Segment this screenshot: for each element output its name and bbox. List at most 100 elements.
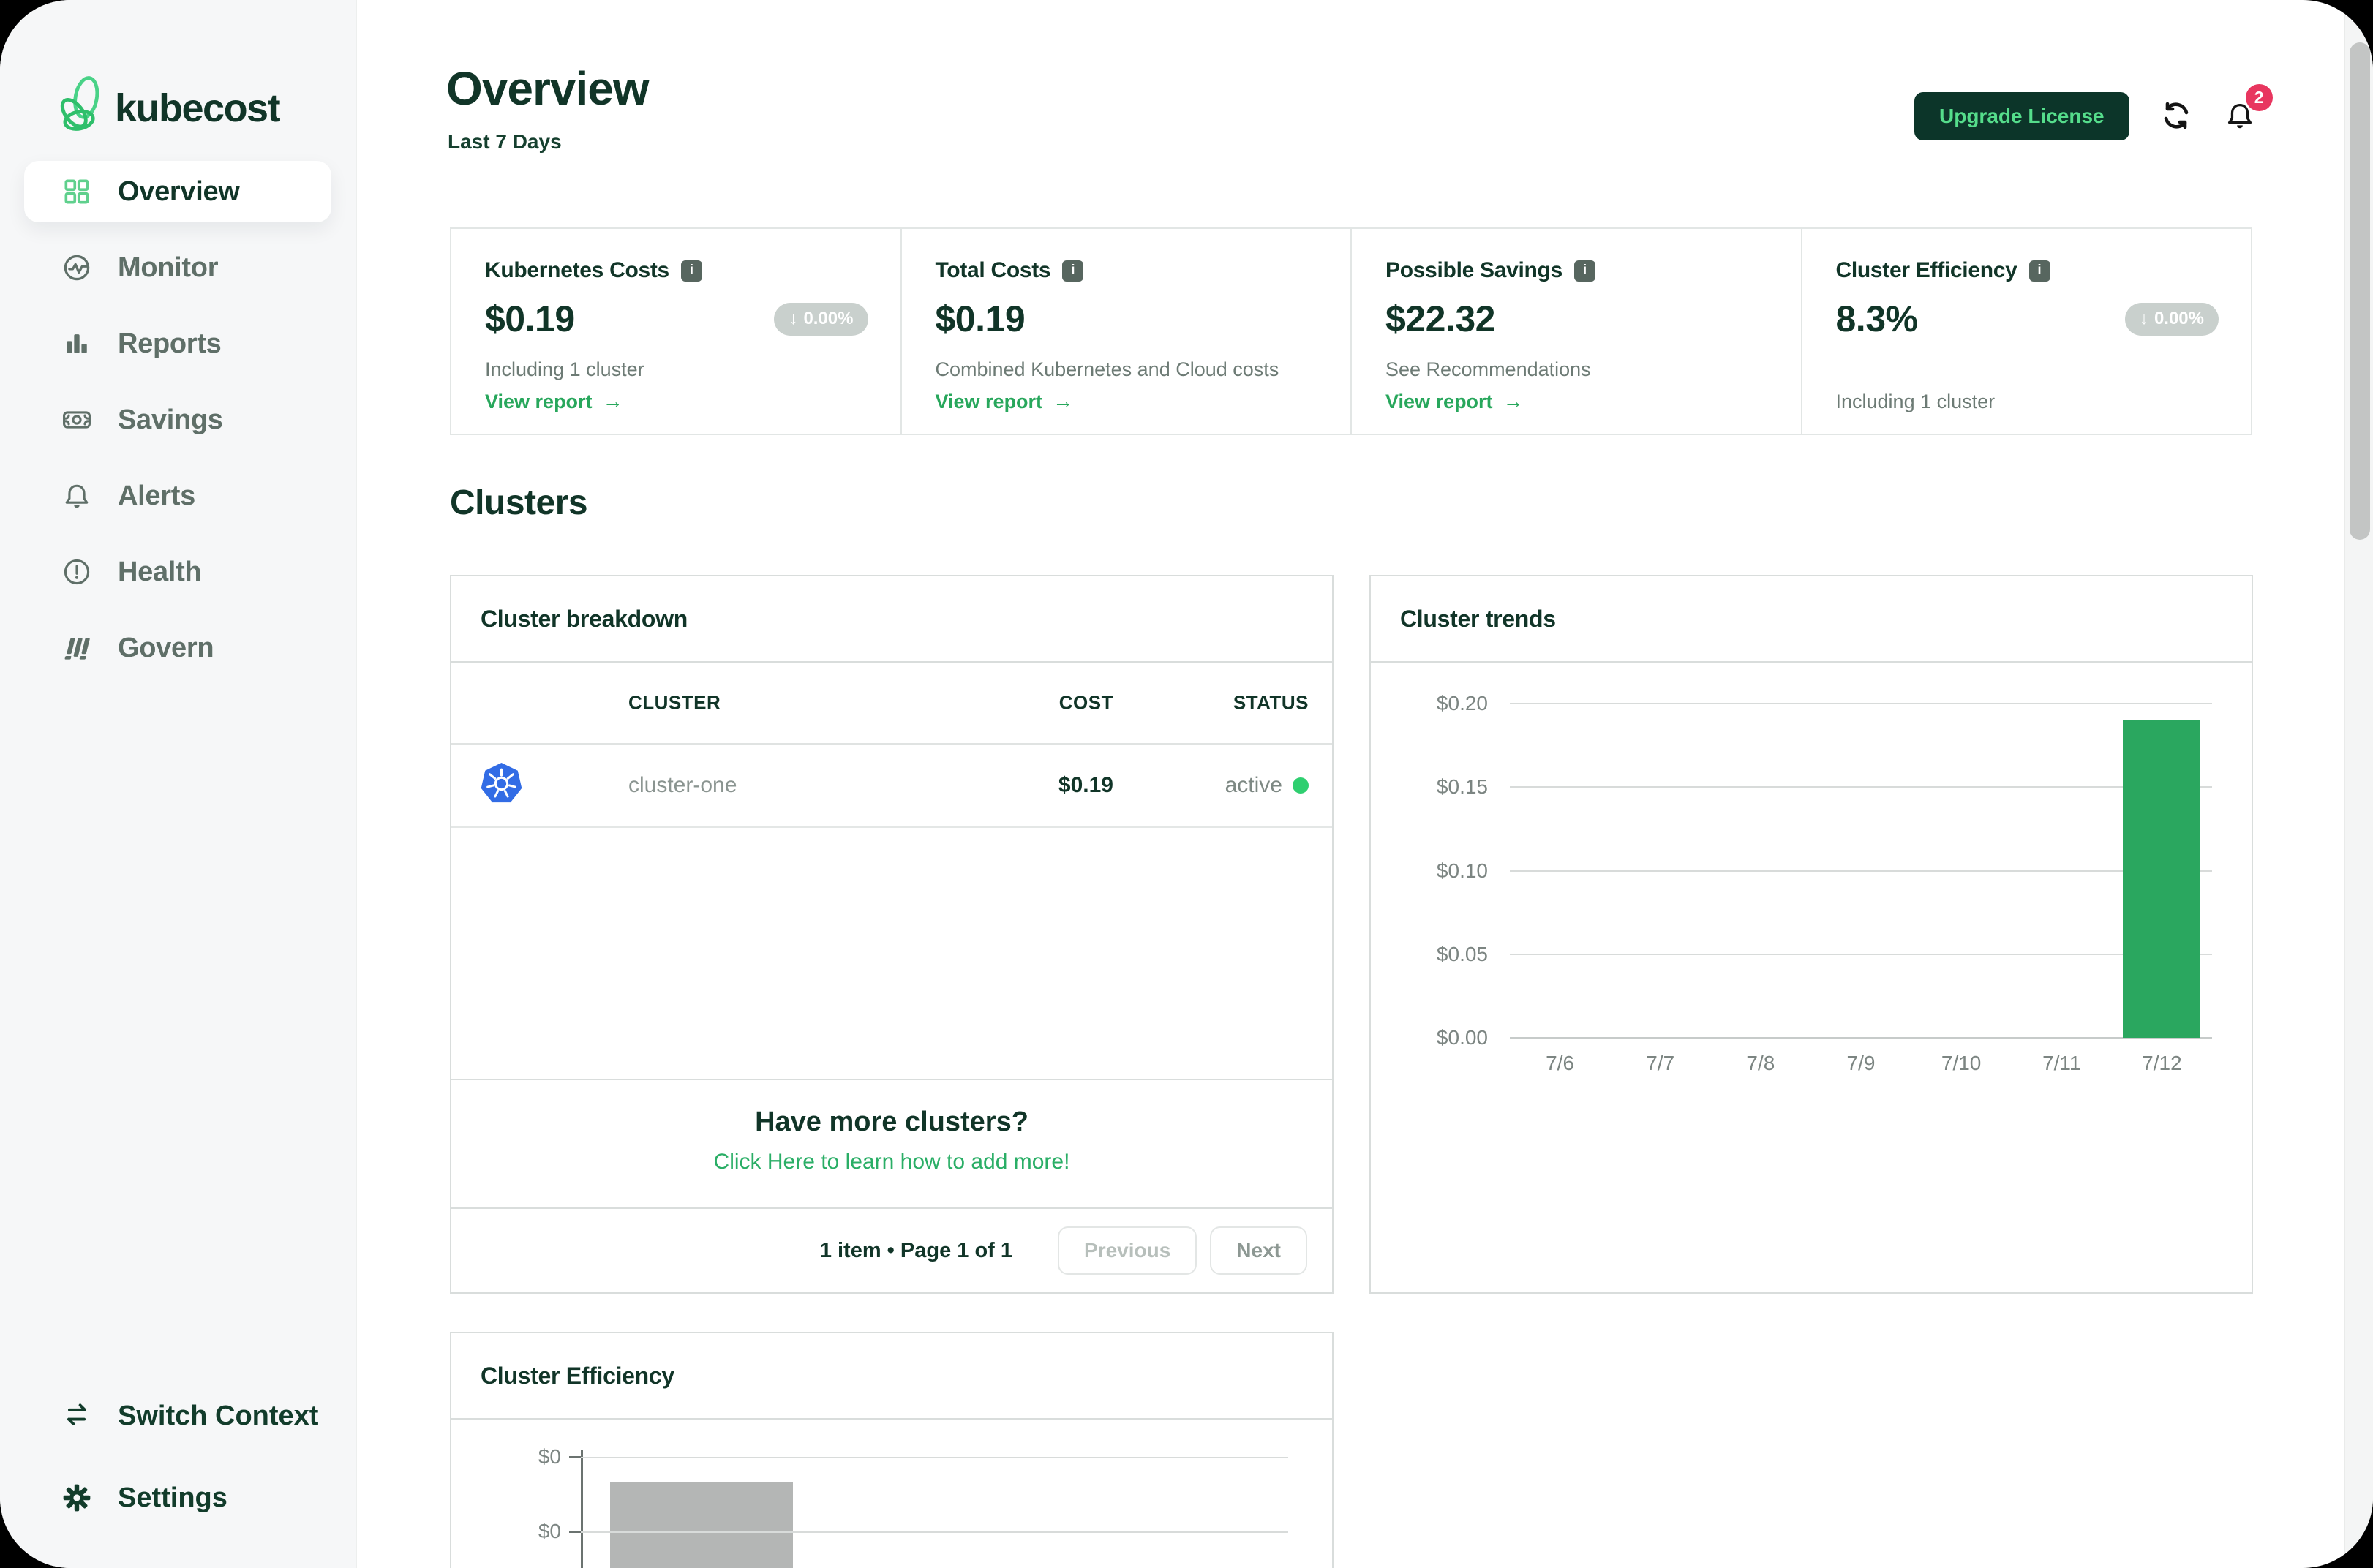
efficiency-y-axis-line — [581, 1450, 583, 1568]
stat-card-value: $0.19 — [935, 298, 1026, 339]
sidebar-item-label: Health — [118, 556, 202, 587]
view-report-link[interactable]: View report → — [485, 390, 868, 413]
sidebar-item-label: Savings — [118, 404, 223, 435]
sidebar-item-overview[interactable]: Overview — [24, 161, 331, 222]
efficiency-chart: $0 $0 — [451, 1421, 1332, 1568]
x-tick-label: 7/11 — [2042, 1052, 2081, 1074]
x-tick-label: 7/8 — [1746, 1052, 1775, 1074]
sidebar-item-label: Govern — [118, 632, 214, 663]
stat-card-title: Total Costs — [935, 258, 1051, 282]
view-report-link[interactable]: View report → — [936, 390, 1319, 413]
grid-icon — [61, 176, 93, 208]
info-icon[interactable]: i — [680, 260, 702, 282]
stat-card-value: $22.32 — [1385, 298, 1495, 339]
trend-bar — [2123, 720, 2201, 1038]
sidebar: kubecost Overview Monitor Reports Saving… — [0, 0, 357, 1568]
kubecost-logo-icon — [58, 73, 103, 143]
cluster-name-cell: cluster-one — [628, 773, 737, 797]
axis-tick — [569, 1531, 581, 1533]
stat-card-subtext: Including 1 cluster — [1835, 391, 1996, 412]
x-tick-label: 7/9 — [1846, 1052, 1876, 1074]
x-tick-label: 7/6 — [1546, 1052, 1575, 1074]
upgrade-license-button[interactable]: Upgrade License — [1914, 92, 2129, 140]
cluster-status-cell: active — [1225, 773, 1309, 798]
stat-card-value: 8.3% — [1835, 298, 1918, 339]
sidebar-item-label: Settings — [118, 1482, 227, 1513]
sidebar-item-govern[interactable]: Govern — [24, 617, 331, 679]
cluster-efficiency-panel: Cluster Efficiency $0 $0 — [450, 1332, 1334, 1568]
gridline — [1510, 703, 2212, 704]
next-page-button[interactable]: Next — [1210, 1226, 1307, 1275]
trends-x-axis: 7/6 7/7 7/8 7/9 7/10 7/11 7/12 — [1510, 1052, 2212, 1075]
y-tick-label: $0.20 — [1436, 692, 1488, 715]
panel-title: Cluster trends — [1400, 605, 1556, 632]
date-range-label: Last 7 Days — [448, 130, 562, 153]
app-window: kubecost Overview Monitor Reports Saving… — [0, 0, 2373, 1568]
y-tick-label: $0 — [538, 1445, 561, 1468]
axis-tick — [569, 1456, 581, 1458]
info-icon[interactable]: i — [1573, 260, 1595, 282]
sidebar-item-savings[interactable]: Savings — [24, 389, 331, 451]
trends-plot — [1510, 703, 2212, 1039]
stat-card-subtext: See Recommendations — [1385, 358, 1591, 380]
sidebar-item-switch-context[interactable]: Switch Context — [24, 1385, 331, 1447]
table-row[interactable]: cluster-one $0.19 active — [451, 745, 1332, 828]
down-arrow-icon: ↓ — [789, 309, 798, 328]
info-icon[interactable]: i — [2028, 260, 2050, 282]
sidebar-item-health[interactable]: Health — [24, 541, 331, 603]
x-tick-label: 7/7 — [1646, 1052, 1675, 1074]
x-tick-label: 7/12 — [2142, 1052, 2182, 1074]
refresh-icon — [2159, 98, 2194, 135]
previous-page-button[interactable]: Previous — [1058, 1226, 1197, 1275]
sidebar-item-label: Alerts — [118, 480, 195, 511]
stat-card-possible-savings: Possible Savings i $22.32 See Recommenda… — [1352, 229, 1802, 434]
gridline — [1510, 1037, 2212, 1039]
sidebar-item-settings[interactable]: Settings — [24, 1467, 331, 1529]
panel-title: Cluster Efficiency — [481, 1362, 674, 1389]
y-tick-label: $0.05 — [1436, 942, 1488, 965]
column-header-status: STATUS — [1233, 691, 1309, 714]
scrollbar-track[interactable] — [2344, 0, 2373, 1568]
sidebar-item-monitor[interactable]: Monitor — [24, 237, 331, 298]
stat-card-subtext: Including 1 cluster — [485, 358, 644, 380]
stat-card-title: Possible Savings — [1385, 258, 1562, 282]
sidebar-item-label: Monitor — [118, 252, 219, 283]
efficiency-bar — [610, 1482, 793, 1568]
scrollbar-thumb[interactable] — [2350, 42, 2370, 540]
y-tick-label: $0.10 — [1436, 859, 1488, 882]
sidebar-item-reports[interactable]: Reports — [24, 313, 331, 374]
prompt-title: Have more clusters? — [755, 1107, 1028, 1137]
sidebar-item-alerts[interactable]: Alerts — [24, 465, 331, 527]
money-icon — [61, 404, 93, 436]
gear-icon — [61, 1482, 93, 1514]
gridline — [1510, 786, 2212, 788]
notifications-button[interactable]: 2 — [2223, 83, 2273, 135]
cluster-trends-panel: Cluster trends $0.20 $0.15 $0.10 $0.05 $0.00… — [1369, 575, 2253, 1294]
active-status-dot — [1293, 777, 1309, 794]
refresh-button[interactable] — [2159, 98, 2194, 135]
stat-card-cluster-efficiency: Cluster Efficiency i 8.3% ↓ 0.00% Includi… — [1802, 229, 2252, 434]
clusters-section-heading: Clusters — [450, 483, 588, 522]
gridline — [581, 1531, 1288, 1533]
column-header-cluster: CLUSTER — [628, 691, 721, 714]
bar-chart-icon — [61, 328, 93, 360]
kubernetes-icon — [481, 763, 522, 808]
gridline — [1510, 870, 2212, 872]
kubecost-logo[interactable]: kubecost — [58, 73, 281, 143]
flags-icon — [61, 632, 93, 664]
stat-card-title: Kubernetes Costs — [485, 258, 669, 282]
x-tick-label: 7/10 — [1941, 1052, 1982, 1074]
alert-circle-icon — [61, 556, 93, 588]
info-icon[interactable]: i — [1062, 260, 1084, 282]
gridline — [581, 1457, 1288, 1458]
arrow-right-icon: → — [602, 390, 623, 412]
column-header-cost: COST — [1058, 691, 1113, 714]
y-tick-label: $0.00 — [1436, 1026, 1488, 1049]
trends-y-axis: $0.20 $0.15 $0.10 $0.05 $0.00 — [1371, 692, 1488, 1049]
stat-card-value: $0.19 — [485, 298, 575, 339]
stat-card-total-costs: Total Costs i $0.19 Combined Kubernetes … — [902, 229, 1352, 434]
add-clusters-prompt: Have more clusters? Click Here to learn … — [451, 1079, 1332, 1212]
delta-badge: ↓ 0.00% — [2124, 302, 2219, 336]
add-clusters-link[interactable]: Click Here to learn how to add more! — [451, 1150, 1332, 1175]
view-report-link[interactable]: View report → — [1385, 390, 1769, 413]
